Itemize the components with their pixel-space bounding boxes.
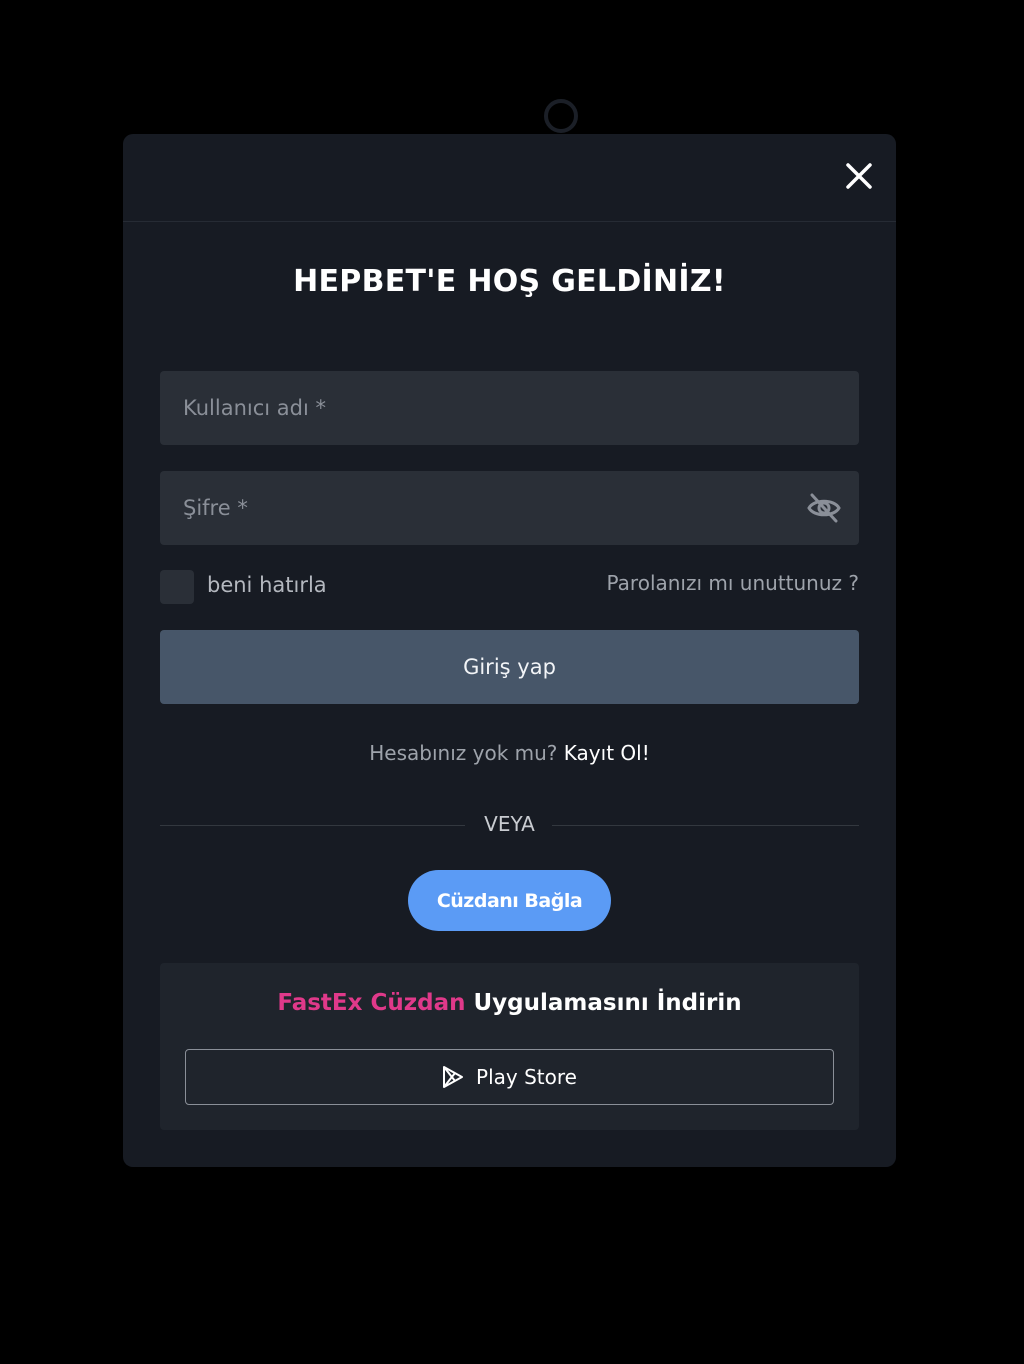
signup-row: Hesabınız yok mu? Kayıt Ol! xyxy=(123,741,896,765)
loading-spinner-icon xyxy=(544,99,578,133)
username-input[interactable] xyxy=(160,371,859,445)
play-store-button-content: Play Store xyxy=(186,1050,833,1104)
play-store-button[interactable]: Play Store xyxy=(185,1049,834,1105)
play-store-icon xyxy=(443,1066,464,1088)
app-promo-box: FastEx Cüzdan Uygulamasını İndirin Play … xyxy=(160,963,859,1130)
divider-label: VEYA xyxy=(484,812,535,836)
password-visibility-toggle[interactable] xyxy=(806,491,842,525)
modal-header xyxy=(123,134,896,222)
signup-link[interactable]: Kayıt Ol! xyxy=(564,741,650,765)
app-promo-text: Uygulamasını İndirin xyxy=(473,990,742,1016)
remember-row: beni hatırla Parolanızı mı unuttunuz ? xyxy=(160,570,859,604)
eye-slash-icon xyxy=(807,493,841,523)
connect-wallet-button[interactable]: Cüzdanı Bağla xyxy=(408,870,611,931)
modal-title: HEPBET'E HOŞ GELDİNİZ! xyxy=(293,264,726,299)
password-field-wrapper xyxy=(160,471,859,545)
close-button[interactable] xyxy=(844,161,874,191)
password-input[interactable] xyxy=(160,471,859,545)
forgot-password-link[interactable]: Parolanızı mı unuttunuz ? xyxy=(607,571,860,595)
page: HEPBET'E HOŞ GELDİNİZ! beni hatırla Paro… xyxy=(0,0,1024,1364)
signup-prompt: Hesabınız yok mu? xyxy=(369,741,558,765)
divider-line-right xyxy=(552,825,859,826)
remember-label: beni hatırla xyxy=(207,573,327,597)
app-brand-name: FastEx Cüzdan xyxy=(277,990,466,1016)
username-field-wrapper xyxy=(160,371,859,445)
remember-checkbox[interactable] xyxy=(160,570,194,604)
play-store-label: Play Store xyxy=(476,1065,577,1089)
close-icon xyxy=(846,163,872,189)
login-modal: HEPBET'E HOŞ GELDİNİZ! beni hatırla Paro… xyxy=(123,134,896,1167)
or-divider: VEYA xyxy=(160,812,859,838)
login-button[interactable]: Giriş yap xyxy=(160,630,859,704)
app-promo-title: FastEx Cüzdan Uygulamasını İndirin xyxy=(160,990,859,1016)
